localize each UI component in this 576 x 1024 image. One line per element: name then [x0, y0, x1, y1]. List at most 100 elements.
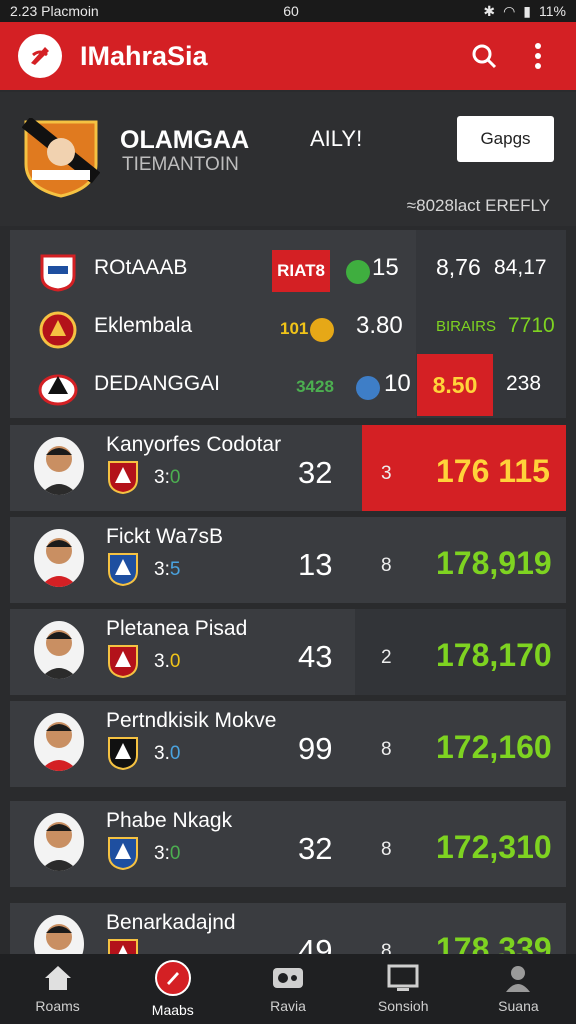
player-row[interactable]: Pertndkisik Mokve 3.0 99 8 172,160: [10, 701, 566, 787]
club-crest-icon: [108, 837, 138, 871]
more-options-icon[interactable]: [518, 36, 558, 76]
summary-highlight: 8.50: [417, 354, 493, 416]
club-crest-icon: [40, 254, 76, 292]
player-ratio: 3.0: [154, 743, 181, 764]
nav-label: Maabs: [151, 1002, 194, 1018]
summary-row[interactable]: DEDANGGAI 3428 10 8.50 238: [10, 354, 566, 416]
app-title: IMahraSia: [80, 40, 208, 71]
club-crest-icon: [108, 553, 138, 587]
nav-label: Suana: [498, 998, 539, 1014]
player-score: 99: [298, 731, 333, 766]
club-crest-icon: [108, 645, 138, 679]
nav-label: Sonsioh: [377, 998, 429, 1014]
summary-team-name: ROtAAAB: [94, 256, 188, 279]
players-icon: [273, 968, 303, 988]
player-name: Benarkadajnd: [106, 911, 236, 934]
team-subname: TIEMANTOIN: [122, 154, 239, 175]
nav-label: Roams: [35, 998, 80, 1014]
player-avatar: [34, 621, 84, 679]
player-score: 32: [298, 455, 333, 490]
status-bar: 2.23 Placmoin 60 ✱ ◠ ▮ 11%: [0, 0, 576, 22]
home-icon: [44, 966, 71, 990]
summary-value: 15: [372, 254, 399, 281]
status-dot-icon: [346, 260, 370, 284]
player-points: 176 115: [436, 453, 550, 489]
header-caption: ≈8028lact EREFLY: [406, 196, 550, 215]
player-avatar: [34, 713, 84, 771]
summary-value: 10: [384, 370, 411, 397]
tv-icon: [387, 964, 419, 991]
summary-right-value-2: 7710: [508, 314, 555, 337]
club-crest-icon: [108, 461, 138, 495]
app-logo-icon[interactable]: [18, 34, 62, 78]
nav-item-search[interactable]: Sonsioh: [346, 954, 461, 1024]
player-rank: 8: [381, 941, 392, 955]
player-rank: 3: [381, 463, 392, 484]
player-row[interactable]: Benarkadajnd 49 8 178 339: [10, 903, 566, 955]
player-points: 178,919: [436, 545, 552, 581]
player-ratio: 3:0: [154, 467, 181, 488]
player-rank: 2: [381, 647, 392, 668]
player-name: Phabe Nkagk: [106, 809, 233, 832]
bluetooth-icon: ✱: [483, 2, 496, 19]
search-icon[interactable]: [464, 36, 504, 76]
player-name: Pletanea Pisad: [106, 617, 248, 640]
player-ratio: 3:5: [154, 559, 181, 580]
groups-button[interactable]: Gapgs: [457, 116, 554, 162]
club-crest-icon: [108, 737, 138, 771]
club-crest-icon: [108, 939, 138, 955]
player-points: 178,170: [436, 637, 552, 673]
nav-item-players[interactable]: Ravia: [230, 954, 345, 1024]
status-mid: 60: [283, 3, 299, 19]
summary-right-value: BIRAIRS: [436, 318, 497, 335]
nav-item-profile[interactable]: Suana: [461, 954, 576, 1024]
nav-item-home[interactable]: Roams: [0, 954, 115, 1024]
player-rank: 8: [381, 555, 392, 576]
signal-icon: ▮: [523, 2, 531, 19]
player-ratio: 3:0: [154, 843, 181, 864]
player-name: Fickt Wa7sB: [106, 525, 224, 548]
player-avatar: [34, 529, 84, 587]
player-rank: 8: [381, 839, 392, 860]
bottom-nav: Roams Maabs Ravia Sonsioh Suana: [0, 954, 576, 1024]
nav-label: Ravia: [270, 998, 306, 1014]
summary-chip: RIAT8: [272, 250, 330, 292]
player-row[interactable]: Fickt Wa7sB 3:5 13 8 178,919: [10, 517, 566, 603]
player-score: 32: [298, 831, 333, 866]
player-row[interactable]: Phabe Nkagk 3:0 32 8 172,310: [10, 801, 566, 887]
battery-level: 11%: [539, 3, 566, 19]
summary-team-name: DEDANGGAI: [94, 372, 221, 395]
team-name: OLAMGAA: [120, 126, 250, 154]
player-points: 172,310: [436, 829, 552, 865]
player-avatar: [34, 915, 84, 955]
coin-icon: [310, 318, 334, 342]
player-ratio: 3.0: [154, 651, 181, 672]
player-name: Kanyorfes Codotar: [106, 433, 282, 456]
summary-card: ROtAAAB RIAT8 15 8,76 84,17 Eklembala 10…: [10, 230, 566, 418]
summary-row[interactable]: Eklembala 101 3.80 BIRAIRS 7710: [10, 298, 566, 356]
player-name: Pertndkisik Mokve: [106, 709, 277, 732]
profile-icon: [506, 966, 531, 992]
club-crest-icon: [39, 311, 77, 349]
summary-row[interactable]: ROtAAAB RIAT8 15 8,76 84,17: [10, 240, 566, 298]
team-header: OLAMGAA TIEMANTOIN AILY! Gapgs ≈8028lact…: [0, 92, 576, 226]
team-crest-icon: [21, 116, 101, 198]
player-points: 178 339: [436, 931, 552, 955]
player-score: 49: [298, 933, 333, 955]
globe-icon: [356, 376, 380, 400]
player-rank: 8: [381, 739, 392, 760]
club-crest-icon: [38, 374, 78, 406]
status-time: 2.23 Placmoin: [10, 3, 99, 19]
player-points: 172,160: [436, 729, 552, 765]
wifi-icon: ◠: [503, 2, 516, 19]
player-row[interactable]: Pletanea Pisad 3.0 43 2 178,170: [10, 609, 566, 695]
app-bar: IMahraSia: [0, 22, 576, 90]
status-icons: ✱ ◠ ▮ 11%: [483, 3, 566, 20]
summary-value: 3.80: [356, 312, 403, 339]
player-score: 13: [298, 547, 333, 582]
nav-item-main[interactable]: Maabs: [115, 954, 230, 1024]
player-row[interactable]: Kanyorfes Codotar 3:0 32 3 176 115: [10, 425, 566, 511]
team-stat: AILY!: [310, 126, 363, 151]
summary-right-value-2: 238: [506, 372, 542, 395]
brand-icon: [154, 960, 191, 996]
